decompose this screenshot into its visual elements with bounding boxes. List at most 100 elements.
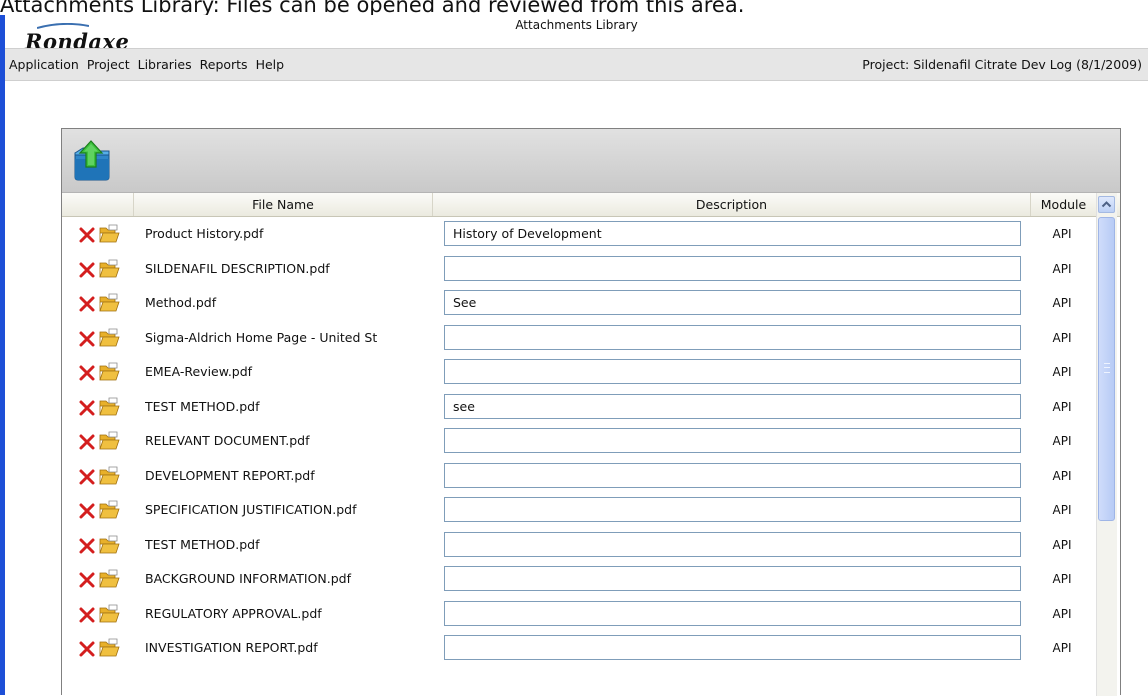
module-cell: API	[1052, 503, 1072, 517]
module-cell: API	[1052, 365, 1072, 379]
file-name-cell[interactable]: Method.pdf	[145, 286, 435, 320]
module-cell: API	[1052, 434, 1072, 448]
menu-application[interactable]: Application	[5, 49, 83, 80]
file-name-cell[interactable]: TEST METHOD.pdf	[145, 390, 435, 424]
upload-folder-icon[interactable]	[69, 137, 115, 183]
description-input[interactable]	[444, 462, 1021, 488]
menu-help[interactable]: Help	[252, 49, 289, 80]
module-cell: API	[1052, 330, 1072, 345]
delete-icon[interactable]	[78, 364, 96, 382]
description-input[interactable]	[444, 359, 1021, 384]
module-cell: API	[1052, 261, 1072, 276]
delete-icon[interactable]	[78, 502, 96, 520]
column-header-description[interactable]: Description	[432, 193, 1030, 216]
file-name-cell[interactable]: BACKGROUND INFORMATION.pdf	[145, 562, 435, 596]
delete-icon[interactable]	[78, 468, 96, 486]
table-row: REGULATORY APPROVAL.pdf API	[62, 597, 1096, 632]
column-header-row: File Name Description Module	[62, 193, 1120, 217]
file-name-cell[interactable]: REGULATORY APPROVAL.pdf	[145, 597, 435, 631]
open-folder-icon[interactable]	[98, 431, 120, 451]
scroll-thumb[interactable]	[1098, 217, 1115, 521]
description-input[interactable]	[444, 428, 1021, 453]
delete-icon[interactable]	[78, 433, 96, 451]
open-folder-icon[interactable]	[98, 328, 120, 348]
menu-libraries[interactable]: Libraries	[134, 49, 196, 80]
attachments-panel: File Name Description Module Product His…	[61, 128, 1121, 696]
delete-icon[interactable]	[78, 606, 96, 624]
menu-reports[interactable]: Reports	[196, 49, 252, 80]
open-folder-icon[interactable]	[98, 362, 120, 382]
table-row: RELEVANT DOCUMENT.pdf API	[62, 424, 1096, 459]
description-input[interactable]	[444, 393, 1021, 419]
table-row: Sigma-Aldrich Home Page - United St API	[62, 321, 1096, 356]
column-header-file-name[interactable]: File Name	[133, 193, 432, 216]
open-folder-icon[interactable]	[98, 604, 120, 624]
scroll-up-button[interactable]	[1098, 196, 1115, 213]
open-folder-icon[interactable]	[98, 259, 120, 279]
open-folder-icon[interactable]	[98, 535, 120, 555]
description-input[interactable]	[444, 255, 1021, 281]
open-folder-icon[interactable]	[98, 638, 120, 658]
description-input[interactable]	[444, 497, 1021, 522]
description-input[interactable]	[444, 221, 1021, 246]
file-name-cell[interactable]: RELEVANT DOCUMENT.pdf	[145, 424, 435, 458]
table-row: SILDENAFIL DESCRIPTION.pdf API	[62, 252, 1096, 287]
table-row: EMEA-Review.pdf API	[62, 355, 1096, 390]
file-name-cell[interactable]: EMEA-Review.pdf	[145, 355, 435, 389]
vertical-scrollbar[interactable]	[1096, 193, 1117, 696]
table-row: BACKGROUND INFORMATION.pdf API	[62, 562, 1096, 597]
menu-bar: Application Project Libraries Reports Help P…	[5, 48, 1148, 81]
description-input[interactable]	[444, 600, 1021, 626]
table-row: TEST METHOD.pdf API	[62, 390, 1096, 425]
file-name-cell[interactable]: Sigma-Aldrich Home Page - United St	[145, 321, 435, 355]
table-row: Product History.pdf API	[62, 217, 1096, 252]
table-row: SPECIFICATION JUSTIFICATION.pdf API	[62, 493, 1096, 528]
delete-icon[interactable]	[78, 261, 96, 279]
module-cell: API	[1052, 468, 1072, 483]
table-row: Method.pdf API	[62, 286, 1096, 321]
file-name-cell[interactable]: Product History.pdf	[145, 217, 435, 251]
window-title: Attachments Library	[515, 18, 638, 32]
window-left-border	[0, 15, 5, 695]
delete-icon[interactable]	[78, 537, 96, 555]
table-row: TEST METHOD.pdf API	[62, 528, 1096, 563]
module-cell: API	[1052, 641, 1072, 655]
module-cell: API	[1052, 296, 1072, 310]
chevron-up-icon	[1101, 201, 1112, 208]
delete-icon[interactable]	[78, 295, 96, 313]
file-name-cell[interactable]: DEVELOPMENT REPORT.pdf	[145, 459, 435, 493]
delete-icon[interactable]	[78, 330, 96, 348]
delete-icon[interactable]	[78, 571, 96, 589]
file-name-cell[interactable]: INVESTIGATION REPORT.pdf	[145, 631, 435, 665]
delete-icon[interactable]	[78, 640, 96, 658]
module-cell: API	[1052, 399, 1072, 414]
module-cell: API	[1052, 572, 1072, 586]
open-folder-icon[interactable]	[98, 500, 120, 520]
delete-icon[interactable]	[78, 399, 96, 417]
open-folder-icon[interactable]	[98, 224, 120, 244]
attachments-list: Product History.pdfAPISILDENAFIL DESCRIP…	[62, 217, 1096, 666]
module-cell: API	[1052, 227, 1072, 241]
open-folder-icon[interactable]	[98, 293, 120, 313]
delete-icon[interactable]	[78, 226, 96, 244]
table-row: DEVELOPMENT REPORT.pdf API	[62, 459, 1096, 494]
description-input[interactable]	[444, 635, 1021, 660]
attachments-toolbar	[62, 129, 1120, 193]
description-input[interactable]	[444, 531, 1021, 557]
open-folder-icon[interactable]	[98, 569, 120, 589]
description-input[interactable]	[444, 566, 1021, 591]
module-cell: API	[1052, 537, 1072, 552]
project-label: Project: Sildenafil Citrate Dev Log (8/1…	[862, 57, 1142, 72]
menu-project[interactable]: Project	[83, 49, 134, 80]
open-folder-icon[interactable]	[98, 466, 120, 486]
open-folder-icon[interactable]	[98, 397, 120, 417]
column-header-module[interactable]: Module	[1030, 193, 1096, 216]
file-name-cell[interactable]: SPECIFICATION JUSTIFICATION.pdf	[145, 493, 435, 527]
description-input[interactable]	[444, 324, 1021, 350]
scroll-grip-icon	[1104, 363, 1110, 373]
description-input[interactable]	[444, 290, 1021, 315]
file-name-cell[interactable]: TEST METHOD.pdf	[145, 528, 435, 562]
table-row: INVESTIGATION REPORT.pdf API	[62, 631, 1096, 666]
app-header: Rondaxe Attachments Library	[5, 15, 1148, 54]
file-name-cell[interactable]: SILDENAFIL DESCRIPTION.pdf	[145, 252, 435, 286]
